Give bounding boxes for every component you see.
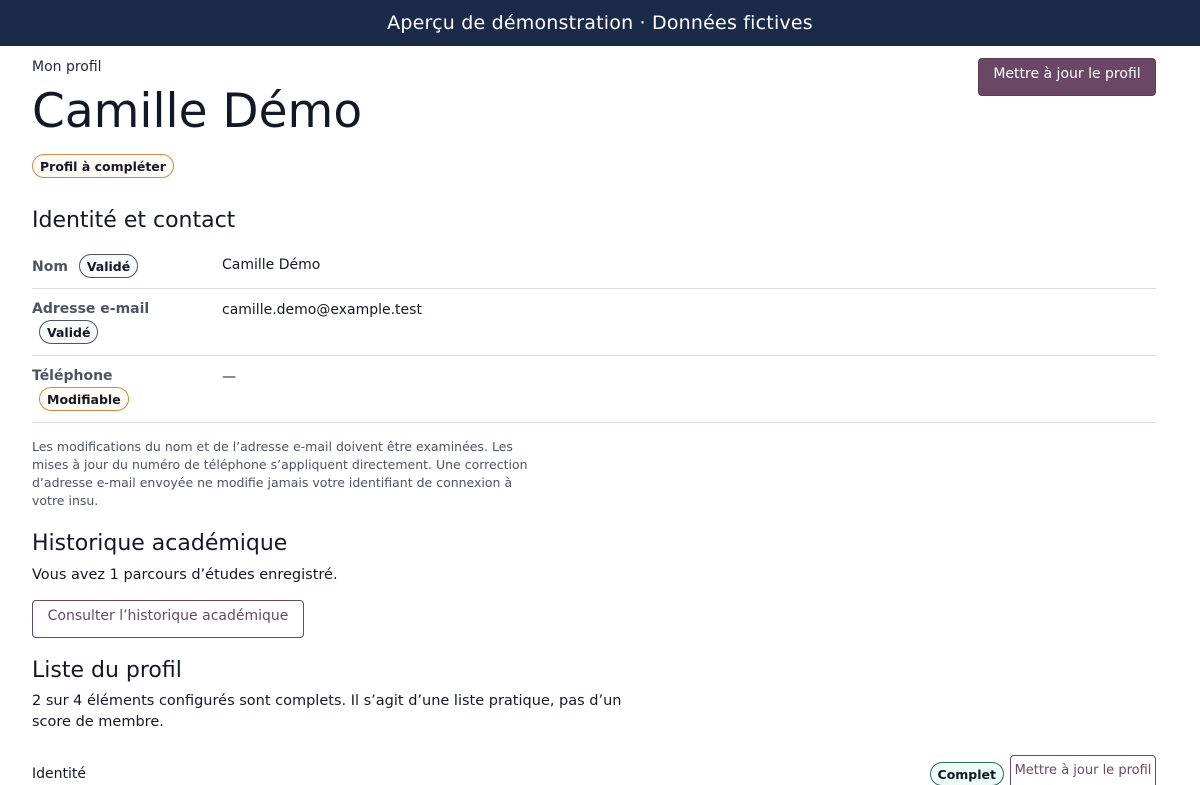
- field-label: Adresse e-mail Validé: [32, 301, 212, 344]
- identity-heading: Identité et contact: [32, 208, 236, 233]
- profile-status: Profil à compléter: [32, 154, 174, 178]
- checklist-summary: 2 sur 4 éléments configurés sont complet…: [32, 693, 622, 730]
- identity-list: Nom Validé Camille Démo Adresse e-mail V…: [32, 244, 1156, 423]
- checklist-update-profile-button[interactable]: Mettre à jour le profil: [1010, 755, 1156, 785]
- demo-banner: Aperçu de démonstration · Données fictiv…: [0, 0, 1200, 46]
- field-label-text: Téléphone: [32, 368, 113, 384]
- view-academic-history-button[interactable]: Consulter l’historique académique: [32, 600, 304, 638]
- academic-heading: Historique académique: [32, 531, 288, 556]
- identity-note: Les modifications du nom et de l’adresse…: [32, 439, 528, 508]
- field-badge: Modifiable: [39, 387, 129, 411]
- update-profile-button[interactable]: Mettre à jour le profil: [978, 58, 1156, 96]
- checklist-item-badge: Complet: [929, 762, 1004, 785]
- field-value: —: [222, 369, 236, 385]
- identity-row-name: Nom Validé Camille Démo: [32, 244, 1156, 289]
- identity-row-phone: Téléphone Modifiable —: [32, 356, 1156, 423]
- field-badge: Validé: [39, 320, 99, 344]
- field-badge: Validé: [78, 254, 139, 278]
- field-label-text: Adresse e-mail: [32, 301, 150, 317]
- field-label-text: Nom: [32, 258, 68, 275]
- checklist-item-label: Identité: [32, 766, 86, 782]
- checklist-item: Identité Complet Mettre à jour le profil: [32, 752, 1156, 785]
- field-label: Téléphone Modifiable: [32, 368, 212, 411]
- checklist-heading: Liste du profil: [32, 658, 182, 683]
- page-title: Camille Démo: [32, 84, 363, 139]
- field-label: Nom Validé: [32, 254, 212, 278]
- demo-banner-text: Aperçu de démonstration · Données fictiv…: [387, 12, 813, 34]
- field-value: Camille Démo: [222, 257, 321, 273]
- field-value: camille.demo@example.test: [222, 302, 422, 318]
- academic-summary: Vous avez 1 parcours d’études enregistré…: [32, 567, 338, 583]
- status-badge: Profil à compléter: [32, 154, 174, 178]
- page-eyebrow: Mon profil: [32, 59, 102, 75]
- identity-row-email: Adresse e-mail Validé camille.demo@examp…: [32, 289, 1156, 356]
